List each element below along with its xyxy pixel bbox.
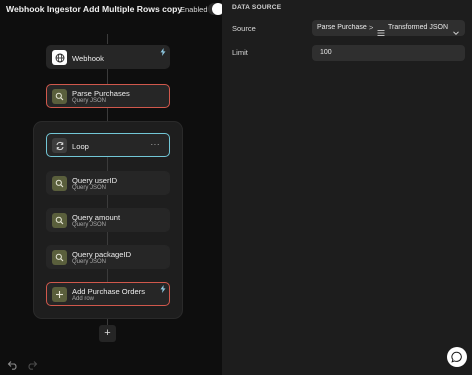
node-query-userid[interactable]: Query userID Query JSON [46, 171, 170, 195]
node-subtitle: Query JSON [72, 259, 107, 265]
search-icon [52, 213, 67, 228]
node-subtitle: Query JSON [72, 98, 107, 104]
node-loop[interactable]: Loop ··· [46, 133, 170, 157]
connector-line [107, 268, 108, 282]
limit-label: Limit [232, 48, 248, 57]
node-title: Query amount [72, 213, 121, 222]
workflow-canvas[interactable]: Webhook Ingestor Add Multiple Rows copy … [0, 0, 232, 375]
lightning-icon [160, 48, 166, 58]
node-parse-purchases[interactable]: Parse Purchases Query JSON [46, 84, 170, 108]
source-label: Source [232, 24, 256, 33]
search-icon [52, 176, 67, 191]
search-icon [52, 250, 67, 265]
node-title: Add Purchase Orders [72, 287, 146, 296]
undo-icon[interactable] [7, 357, 19, 375]
source-node-name: Parse Purchases [317, 24, 367, 31]
limit-input[interactable]: 100 [312, 45, 465, 61]
redo-icon[interactable] [26, 357, 38, 375]
node-add-purchase-orders[interactable]: Add Purchase Orders Add row [46, 282, 170, 306]
node-webhook[interactable]: Webhook [46, 45, 170, 69]
search-icon [52, 89, 67, 104]
source-select[interactable]: Parse Purchases > Transformed JSON [312, 20, 465, 36]
node-subtitle: Query JSON [72, 185, 107, 191]
limit-value: 100 [320, 49, 332, 56]
node-subtitle: Add row [72, 296, 95, 302]
globe-icon [52, 50, 67, 65]
connector-line [107, 157, 108, 171]
node-title: Webhook [72, 54, 104, 63]
list-icon [377, 24, 385, 42]
add-node-button[interactable]: + [99, 325, 116, 342]
node-title: Query userID [72, 176, 118, 185]
node-subtitle: Query JSON [72, 222, 107, 228]
enabled-label: Enabled [180, 5, 208, 14]
node-title: Parse Purchases [72, 89, 130, 98]
connector-line [107, 194, 108, 208]
connector-line [107, 231, 108, 245]
node-title: Query packageID [72, 250, 132, 259]
properties-panel: DATA SOURCE Source Parse Purchases > Tra… [222, 0, 472, 375]
lightning-icon [160, 285, 166, 295]
breadcrumb-separator: > [369, 23, 374, 32]
data-source-heading: DATA SOURCE [232, 4, 282, 11]
loop-icon [52, 138, 67, 153]
chat-icon[interactable] [447, 347, 467, 367]
source-field-name: Transformed JSON [388, 24, 449, 31]
node-title: Loop [72, 142, 89, 151]
node-query-amount[interactable]: Query amount Query JSON [46, 208, 170, 232]
connector-line [107, 69, 108, 84]
plus-icon [52, 287, 67, 302]
connector-line [107, 108, 108, 122]
workflow-title: Webhook Ingestor Add Multiple Rows copy [6, 4, 183, 14]
node-query-packageid[interactable]: Query packageID Query JSON [46, 245, 170, 269]
connector-line [107, 34, 108, 44]
more-options-icon[interactable]: ··· [151, 140, 161, 149]
chevron-down-icon [452, 24, 460, 42]
